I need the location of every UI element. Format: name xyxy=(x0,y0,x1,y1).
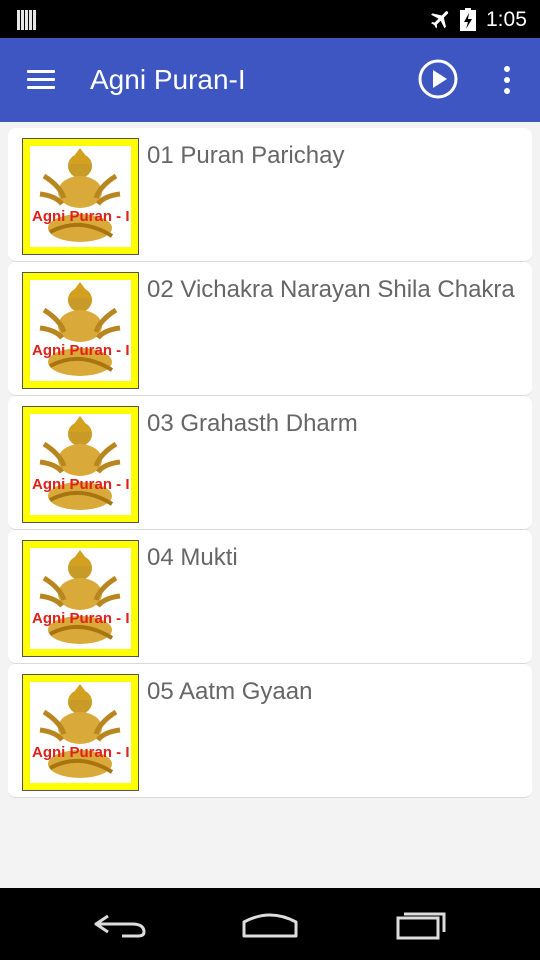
list-item[interactable]: Agni Puran - I 05 Aatm Gyaan xyxy=(8,664,532,798)
status-bar: 1:05 xyxy=(0,0,540,38)
home-icon[interactable] xyxy=(240,906,300,942)
app-bar: Agni Puran-I xyxy=(0,38,540,122)
list-item[interactable]: Agni Puran - I 04 Mukti xyxy=(8,530,532,664)
episode-list: Agni Puran - I 01 Puran Parichay Agni Pura… xyxy=(8,128,532,798)
thumbnail-caption: Agni Puran - I xyxy=(32,476,130,493)
page-title: Agni Puran-I xyxy=(90,64,246,95)
deity-illustration-icon xyxy=(39,282,121,376)
album-thumbnail: Agni Puran - I xyxy=(22,272,139,389)
recents-icon[interactable] xyxy=(392,906,452,942)
thumbnail-caption: Agni Puran - I xyxy=(32,610,130,627)
play-circle-icon[interactable] xyxy=(417,58,459,100)
battery-charging-icon xyxy=(460,8,476,31)
album-thumbnail: Agni Puran - I xyxy=(22,138,139,255)
notification-icon xyxy=(17,10,36,30)
deity-illustration-icon xyxy=(39,684,121,778)
deity-image: Agni Puran - I xyxy=(30,414,131,515)
thumbnail-caption: Agni Puran - I xyxy=(32,208,130,225)
back-icon[interactable] xyxy=(90,906,150,942)
deity-illustration-icon xyxy=(39,148,121,242)
list-item[interactable]: Agni Puran - I 01 Puran Parichay xyxy=(8,128,532,262)
deity-image: Agni Puran - I xyxy=(30,146,131,247)
clock: 1:05 xyxy=(486,8,527,31)
album-thumbnail: Agni Puran - I xyxy=(22,674,139,791)
deity-illustration-icon xyxy=(39,550,121,644)
thumbnail-caption: Agni Puran - I xyxy=(32,342,130,359)
airplane-mode-icon xyxy=(431,11,449,29)
list-item-label: 02 Vichakra Narayan Shila Chakra xyxy=(147,276,515,303)
hamburger-menu-icon[interactable] xyxy=(24,66,58,94)
list-item-label: 04 Mukti xyxy=(147,544,238,571)
list-item-label: 05 Aatm Gyaan xyxy=(147,678,313,705)
album-thumbnail: Agni Puran - I xyxy=(22,540,139,657)
list-item-label: 03 Grahasth Dharm xyxy=(147,410,358,437)
deity-image: Agni Puran - I xyxy=(30,548,131,649)
system-nav-bar xyxy=(0,888,540,960)
deity-illustration-icon xyxy=(39,416,121,510)
list-item-label: 01 Puran Parichay xyxy=(147,142,345,169)
list-item[interactable]: Agni Puran - I 02 Vichakra Narayan Shila … xyxy=(8,262,532,396)
deity-image: Agni Puran - I xyxy=(30,280,131,381)
thumbnail-caption: Agni Puran - I xyxy=(32,744,130,761)
album-thumbnail: Agni Puran - I xyxy=(22,406,139,523)
deity-image: Agni Puran - I xyxy=(30,682,131,783)
more-vert-icon[interactable] xyxy=(494,62,518,98)
list-item[interactable]: Agni Puran - I 03 Grahasth Dharm xyxy=(8,396,532,530)
